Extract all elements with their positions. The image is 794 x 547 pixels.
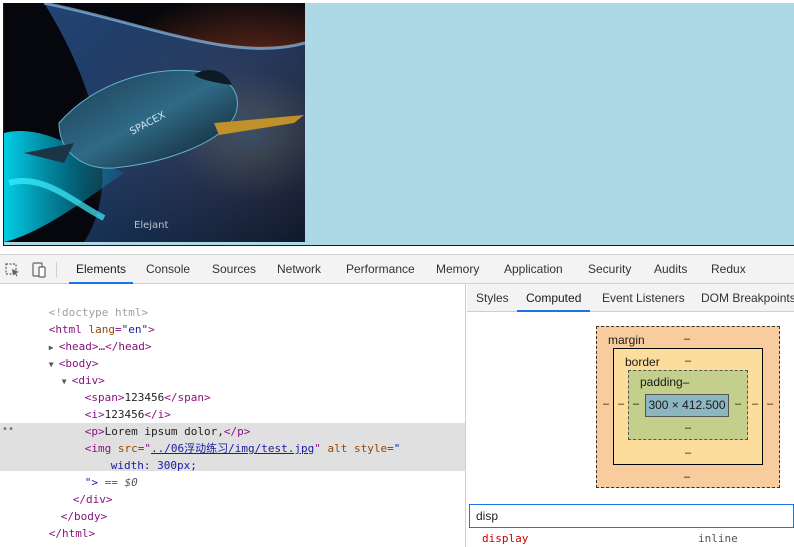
tab-sources[interactable]: Sources xyxy=(212,255,256,284)
border-bottom-value[interactable]: – xyxy=(685,447,691,459)
dom-body-close[interactable]: </body> xyxy=(21,491,107,523)
tab-computed[interactable]: Computed xyxy=(517,284,591,312)
styles-sidebar: Styles Computed Event Listeners DOM Brea… xyxy=(467,284,794,547)
margin-bottom-value[interactable]: – xyxy=(684,471,690,483)
dom-i-node[interactable]: <i>123456</i> xyxy=(45,389,171,421)
border-right-value[interactable]: – xyxy=(752,398,758,410)
border-label: border xyxy=(625,355,660,369)
dom-p-node[interactable]: <p>Lorem ipsum dolor,</p> xyxy=(45,406,251,438)
alt-attr-name: alt xyxy=(327,442,348,455)
devtools-toolbar: Elements Console Sources Network Perform… xyxy=(0,255,794,284)
computed-property-name: display xyxy=(482,532,529,545)
tab-event-listeners[interactable]: Event Listeners xyxy=(602,284,685,312)
style-attr-name: style xyxy=(353,442,388,455)
toolbar-separator xyxy=(56,262,57,278)
dom-img-node-selected[interactable]: <img src="../06浮动练习/img/test.jpg" alt st… xyxy=(45,423,401,455)
margin-top-value[interactable]: – xyxy=(684,333,690,345)
page-viewport: SPACEX Elejant xyxy=(0,0,794,250)
devtools-panel: Elements Console Sources Network Perform… xyxy=(0,254,794,547)
dom-html-open[interactable]: <html lang="en"> xyxy=(9,304,155,336)
box-model-content[interactable]: 300 × 412.500 xyxy=(645,394,729,417)
tab-memory[interactable]: Memory xyxy=(436,255,479,284)
tab-audits[interactable]: Audits xyxy=(654,255,687,284)
tab-network[interactable]: Network xyxy=(277,255,321,284)
padding-label: padding– xyxy=(640,375,690,389)
spaceship-illustration: SPACEX Elejant xyxy=(4,3,305,242)
box-model-margin[interactable]: margin – – – – border – – – – padding– –… xyxy=(596,326,780,488)
span-close-tag: </span> xyxy=(164,391,211,404)
html-close-tag: </html> xyxy=(48,527,96,540)
tab-console[interactable]: Console xyxy=(146,255,190,284)
dom-body-open[interactable]: ▼ <body> xyxy=(9,338,99,370)
image-watermark-text: Elejant xyxy=(134,220,168,231)
tab-application[interactable]: Application xyxy=(504,255,563,284)
dom-img-style-body[interactable]: width: 300px; xyxy=(71,440,197,472)
margin-left-value[interactable]: – xyxy=(603,398,609,410)
margin-right-value[interactable]: – xyxy=(767,398,773,410)
tab-dom-breakpoints[interactable]: DOM Breakpoints xyxy=(701,284,794,312)
computed-property-value: inline xyxy=(698,532,738,545)
border-top-value[interactable]: – xyxy=(685,355,691,367)
dom-img-close[interactable]: "> == $0 xyxy=(45,457,138,489)
tab-performance[interactable]: Performance xyxy=(346,255,415,284)
tab-redux[interactable]: Redux xyxy=(711,255,746,284)
dom-html-close[interactable]: </html> xyxy=(9,508,95,540)
sidebar-tabs: Styles Computed Event Listeners DOM Brea… xyxy=(467,284,794,312)
padding-right-value[interactable]: – xyxy=(735,398,741,410)
dom-span-node[interactable]: <span>123456</span> xyxy=(45,372,211,404)
dom-doctype[interactable]: <!doctype html> xyxy=(9,287,148,319)
device-toolbar-icon[interactable] xyxy=(30,261,48,279)
spaceship-image[interactable]: SPACEX Elejant xyxy=(4,3,305,242)
tab-security[interactable]: Security xyxy=(588,255,631,284)
border-left-value[interactable]: – xyxy=(618,398,624,410)
box-model-padding[interactable]: padding– – – – 300 × 412.500 xyxy=(628,370,748,440)
light-blue-div: SPACEX Elejant xyxy=(3,3,794,246)
style-attr-open-quote: " xyxy=(393,442,401,455)
computed-filter-box[interactable] xyxy=(469,504,794,528)
padding-left-value[interactable]: – xyxy=(633,398,639,410)
computed-property-row[interactable]: display inline xyxy=(467,532,794,547)
node-actions-dots[interactable]: •• xyxy=(2,424,14,435)
inspect-element-icon[interactable] xyxy=(4,261,22,279)
computed-filter-input[interactable] xyxy=(470,505,793,527)
margin-label: margin xyxy=(608,333,645,347)
box-model-border[interactable]: border – – – – padding– – – – 300 × 412.… xyxy=(613,348,763,465)
elements-tree: •• <!doctype html> <html lang="en"> ▶ <he… xyxy=(0,284,466,547)
padding-bottom-value[interactable]: – xyxy=(685,422,691,434)
tab-styles[interactable]: Styles xyxy=(476,284,509,312)
tab-elements[interactable]: Elements xyxy=(69,255,134,284)
dom-div-close[interactable]: </div> xyxy=(33,474,113,506)
dom-head-collapsed[interactable]: ▶ <head>…</head> xyxy=(9,321,152,353)
dom-div-open[interactable]: ▼ <div> xyxy=(22,355,105,387)
